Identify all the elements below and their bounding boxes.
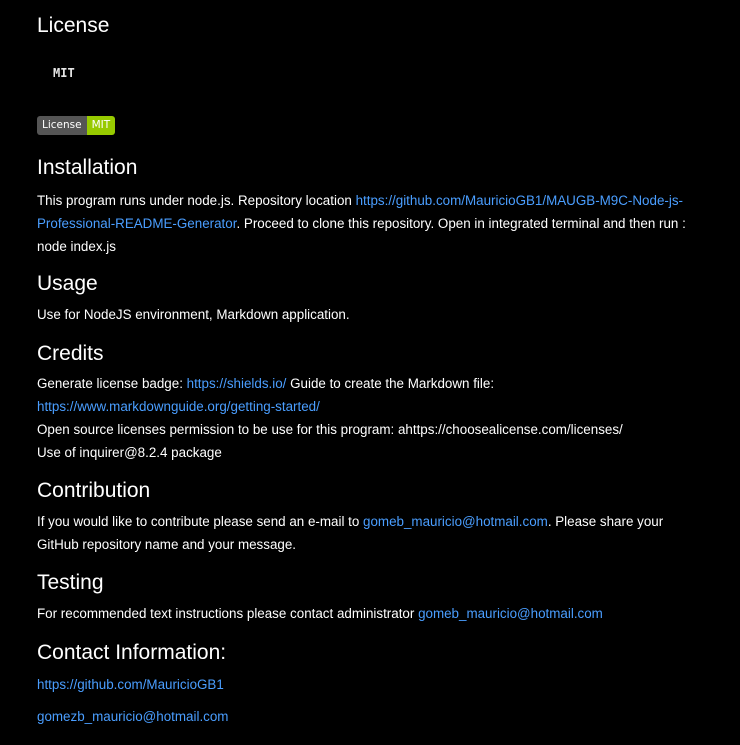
license-code-block: MIT	[37, 64, 720, 82]
usage-text: Use for NodeJS environment, Markdown app…	[37, 307, 350, 322]
credits-line1-prefix: Generate license badge:	[37, 376, 187, 391]
readme-preview: License MIT License MIT Installation Thi…	[0, 0, 740, 745]
shields-link[interactable]: https://shields.io/	[187, 376, 287, 391]
installation-heading: Installation	[37, 156, 138, 179]
contact-heading: Contact Information:	[37, 641, 227, 664]
testing-email-link[interactable]: gomeb_mauricio@hotmail.com	[418, 606, 603, 621]
badge-value: MIT	[86, 116, 116, 135]
license-heading: License	[37, 14, 110, 37]
testing-text: For recommended text instructions please…	[37, 602, 720, 625]
markdownguide-link[interactable]: https://www.markdownguide.org/getting-st…	[37, 399, 320, 414]
badge-label: License	[37, 116, 87, 135]
usage-heading: Usage	[37, 272, 98, 295]
installation-text-before: This program runs under node.js. Reposit…	[37, 193, 356, 208]
contact-github-wrap: https://github.com/MauricioGB1	[37, 673, 720, 696]
license-code: MIT	[53, 66, 75, 80]
testing-prefix: For recommended text instructions please…	[37, 606, 419, 621]
license-badge-wrap: License MIT	[37, 115, 720, 135]
credits-text: Generate license badge: https://shields.…	[37, 372, 720, 464]
installation-text: This program runs under node.js. Reposit…	[37, 189, 720, 258]
testing-heading: Testing	[37, 571, 104, 594]
repository-link-part1[interactable]: https://github.com/MauricioGB1/MAUGB-M9C…	[356, 193, 683, 208]
credits-line4: Use of inquirer@8.2.4 package	[37, 445, 222, 460]
contribution-heading: Contribution	[37, 479, 151, 502]
repository-link-part2[interactable]: Professional-README-Generator	[37, 216, 236, 231]
contribution-text: If you would like to contribute please s…	[37, 510, 720, 556]
install-command: node index.js	[37, 239, 116, 254]
contribution-prefix: If you would like to contribute please s…	[37, 514, 364, 529]
credits-line3: Open source licenses permission to be us…	[37, 422, 623, 437]
installation-text-after: . Proceed to clone this repository. Open…	[236, 216, 686, 231]
credits-heading: Credits	[37, 342, 104, 365]
credits-line1-suffix: Guide to create the Markdown file:	[286, 376, 495, 391]
usage-text-wrap: Use for NodeJS environment, Markdown app…	[37, 303, 720, 326]
contribution-suffix-2: GitHub repository name and your message.	[37, 537, 297, 552]
license-badge[interactable]: License MIT	[37, 116, 116, 135]
contact-email-link[interactable]: gomezb_mauricio@hotmail.com	[37, 709, 228, 724]
github-profile-link[interactable]: https://github.com/MauricioGB1	[37, 677, 224, 692]
contact-email-wrap: gomezb_mauricio@hotmail.com	[37, 705, 720, 728]
contribution-suffix-1: . Please share your	[547, 514, 664, 529]
contribution-email-link[interactable]: gomeb_mauricio@hotmail.com	[363, 514, 548, 529]
